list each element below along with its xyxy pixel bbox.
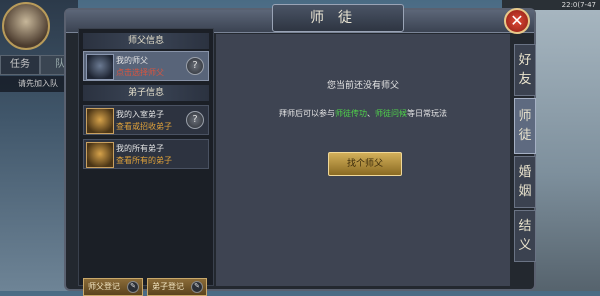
tab-marriage-char1: 婚 <box>518 165 532 180</box>
benefits-suffix: 等日常玩法 <box>407 109 447 118</box>
disciple-silhouette-icon <box>86 142 114 168</box>
player-avatar[interactable] <box>2 2 50 50</box>
help-icon[interactable]: ? <box>186 57 204 75</box>
mentor-greeting-link: 师徒问候 <box>375 109 407 118</box>
tab-sworn-char1: 结 <box>518 219 532 234</box>
disciple-info-header: 弟子信息 <box>83 85 209 101</box>
no-master-message: 您当前还没有师父 <box>326 81 399 91</box>
tab-marriage-char2: 姻 <box>518 184 532 199</box>
all-disciples-slot[interactable]: 我的所有弟子 查看所有的弟子 <box>83 139 209 169</box>
tab-sworn-char2: 义 <box>518 238 532 253</box>
benefits-prefix: 拜师后可以参与 <box>279 109 335 118</box>
tab-friends-char1: 好 <box>518 53 532 68</box>
enrolled-disciple-title: 我的入室弟子 <box>116 110 164 119</box>
tab-friends[interactable]: 好 友 <box>514 44 536 96</box>
all-disciples-title: 我的所有弟子 <box>116 144 164 153</box>
tab-master-char1: 师 <box>518 109 532 124</box>
tab-marriage[interactable]: 婚 姻 <box>514 156 536 208</box>
my-master-title: 我的师父 <box>116 56 148 65</box>
tab-sworn-brothers[interactable]: 结 义 <box>514 210 536 262</box>
benefits-separator: 、 <box>367 109 375 118</box>
master-info-header: 师父信息 <box>83 33 209 49</box>
benefits-message: 拜师后可以参与师徒传功、师徒问候等日常玩法 <box>216 108 510 119</box>
pen-icon: ✎ <box>191 281 203 293</box>
enrolled-disciple-slot[interactable]: 我的入室弟子 查看或招收弟子 ? <box>83 105 209 135</box>
help-icon[interactable]: ? <box>186 111 204 129</box>
mentor-transfer-link: 师徒传功 <box>335 109 367 118</box>
tab-master-char2: 徒 <box>518 128 532 143</box>
panel-title: 师徒 <box>272 4 404 32</box>
background-right-hud <box>530 0 600 291</box>
enrolled-disciple-subtitle: 查看或招收弟子 <box>116 122 172 131</box>
master-register-button[interactable]: 师父登记 ✎ <box>83 278 143 296</box>
relationship-list: 师父信息 我的师父 点击选择师父 ? 弟子信息 我的入室弟子 查看或招收弟子 ?… <box>78 28 214 296</box>
disciple-register-button[interactable]: 弟子登记 ✎ <box>147 278 207 296</box>
my-master-slot[interactable]: 我的师父 点击选择师父 ? <box>83 51 209 81</box>
tab-friends-char2: 友 <box>518 72 532 87</box>
master-register-label: 师父登记 <box>88 282 120 291</box>
tab-master-apprentice[interactable]: 师 徒 <box>514 98 536 154</box>
all-disciples-subtitle: 查看所有的弟子 <box>116 156 172 165</box>
disciple-silhouette-icon <box>86 108 114 134</box>
close-button[interactable]: ✕ <box>504 8 530 34</box>
task-tab[interactable]: 任务 <box>0 55 40 75</box>
pen-icon: ✎ <box>127 281 139 293</box>
master-content-area: 您当前还没有师父 拜师后可以参与师徒传功、师徒问候等日常玩法 找个师父 <box>216 34 510 286</box>
master-apprentice-panel: 师徒 ✕ 师父信息 我的师父 点击选择师父 ? 弟子信息 我的入室弟子 查看或招… <box>64 4 536 296</box>
master-silhouette-icon <box>86 54 114 80</box>
disciple-register-label: 弟子登记 <box>152 282 184 291</box>
find-master-button[interactable]: 找个师父 <box>328 152 402 176</box>
my-master-subtitle: 点击选择师父 <box>116 68 164 77</box>
